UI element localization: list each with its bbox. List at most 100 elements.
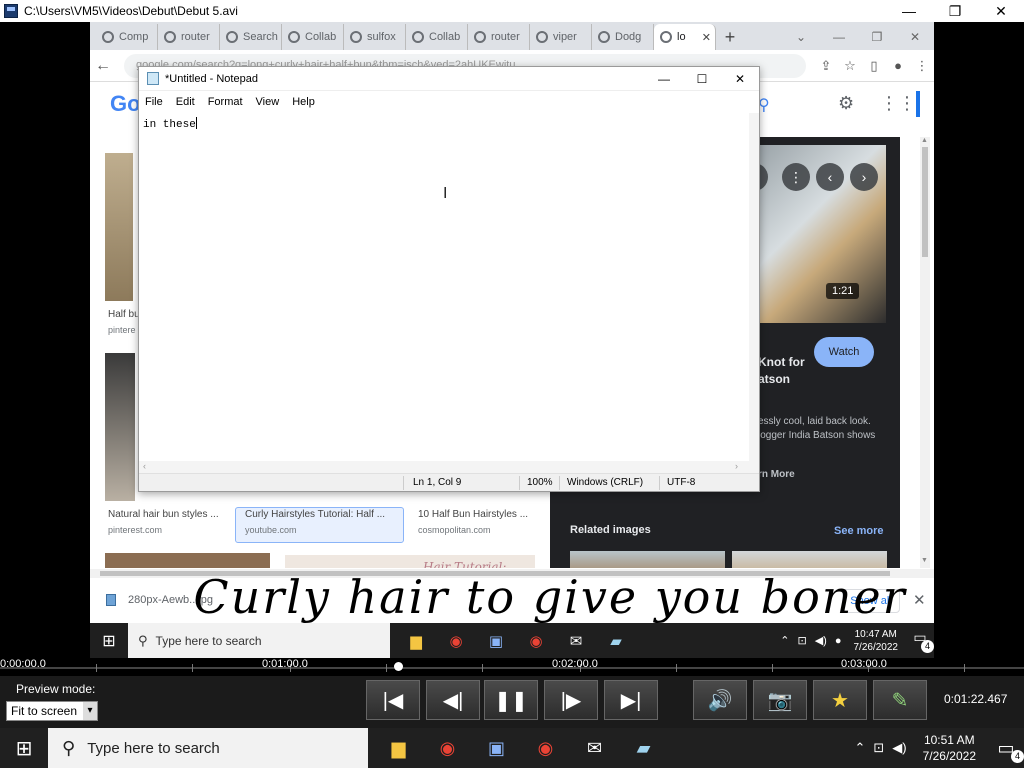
tray-chevron-icon[interactable]: ⌃ (854, 740, 865, 756)
browser-tab[interactable]: Collab (282, 24, 344, 50)
scrollbar-thumb[interactable] (922, 147, 928, 257)
pause-button[interactable]: ❚❚ (484, 680, 538, 720)
playback-timeline[interactable]: 0:00:00.0 0:01:00.0 0:02:00.0 0:03:00.0 (0, 658, 1024, 676)
see-more-link[interactable]: See more (834, 525, 884, 537)
gear-icon[interactable]: ⚙ (838, 93, 854, 114)
chrome-icon[interactable]: ◉ (423, 738, 472, 759)
tab-close-icon[interactable]: ✕ (702, 31, 711, 44)
chrome-icon[interactable]: ◉ (521, 738, 570, 759)
menu-help[interactable]: Help (292, 96, 315, 108)
browser-tab[interactable]: Dodg (592, 24, 654, 50)
taskbar-search[interactable]: ⚲ Type here to search (48, 728, 368, 768)
sidepanel-icon[interactable]: ▯ (862, 58, 886, 74)
menu-view[interactable]: View (256, 96, 280, 108)
tab-search-icon[interactable]: ⌄ (782, 30, 820, 44)
related-image[interactable] (732, 551, 887, 568)
browser-tab[interactable]: router (468, 24, 530, 50)
skip-to-start-button[interactable]: |◀ (366, 680, 420, 720)
bookmark-star-icon[interactable]: ☆ (838, 58, 862, 74)
mail-icon[interactable]: ✉ (570, 738, 619, 759)
related-image[interactable] (570, 551, 725, 568)
chrome-icon[interactable]: ◉ (436, 632, 476, 650)
browser-tab[interactable]: router (158, 24, 220, 50)
browser-tab[interactable]: viper (530, 24, 592, 50)
result-caption[interactable]: Natural hair bun styles ... (108, 509, 219, 520)
scroll-left-icon[interactable]: ‹ (143, 461, 146, 471)
sign-in-button[interactable] (916, 91, 920, 117)
google-logo[interactable]: Go (110, 91, 141, 117)
next-arrow-icon[interactable]: › (850, 163, 878, 191)
notepad-taskbar-icon[interactable]: ▰ (596, 632, 636, 650)
result-caption[interactable]: Half bu (108, 309, 140, 320)
taskbar-clock[interactable]: 10:51 AM 7/26/2022 (923, 732, 976, 764)
step-forward-button[interactable]: |▶ (544, 680, 598, 720)
panel-title[interactable]: Knot for atson (758, 354, 818, 388)
notepad-close-button[interactable]: ✕ (721, 72, 759, 86)
notification-center-icon[interactable]: ▭ 4 (988, 733, 1024, 763)
preview-mode-select[interactable]: Fit to screen ▾ (6, 701, 98, 721)
menu-kebab-icon[interactable]: ⋮ (910, 58, 934, 74)
taskbar-clock[interactable]: 10:47 AM 7/26/2022 (854, 628, 899, 654)
result-image[interactable] (105, 553, 270, 568)
windows-start-icon[interactable]: ⊞ (90, 631, 128, 651)
microphone-icon[interactable]: ● (835, 635, 842, 647)
minimize-button[interactable]: — (886, 0, 932, 22)
file-explorer-icon[interactable]: ▆ (374, 738, 423, 759)
previous-arrow-icon[interactable]: ‹ (816, 163, 844, 191)
skip-to-end-button[interactable]: ▶| (604, 680, 658, 720)
notification-center-icon[interactable]: ▭ 4 (906, 629, 934, 653)
notepad-minimize-button[interactable]: — (645, 72, 683, 86)
browser-tab[interactable]: Search (220, 24, 282, 50)
debut-recorder-icon[interactable]: ▣ (472, 738, 521, 759)
menu-file[interactable]: File (145, 96, 163, 108)
taskbar-search[interactable]: ⚲ Type here to search (128, 623, 390, 658)
page-scrollbar[interactable]: ▲ ▼ (920, 137, 930, 568)
maximize-button[interactable]: ❐ (932, 0, 978, 22)
menu-format[interactable]: Format (208, 96, 243, 108)
more-options-icon[interactable]: ⋮ (782, 163, 810, 191)
new-tab-button[interactable]: + (716, 24, 744, 50)
edit-video-button[interactable]: ✎ (873, 680, 927, 720)
result-caption[interactable]: 10 Half Bun Hairstyles ... (418, 509, 528, 520)
scroll-up-icon[interactable]: ▲ (921, 137, 928, 144)
timeline-playhead[interactable] (394, 662, 403, 671)
browser-tab[interactable]: Comp (96, 24, 158, 50)
profile-icon[interactable]: ● (886, 58, 910, 73)
notepad-text-area[interactable]: in these (139, 113, 749, 463)
watch-button[interactable]: Watch (814, 337, 874, 367)
browser-tab[interactable]: Collab (406, 24, 468, 50)
browser-close-icon[interactable]: ✕ (896, 30, 934, 44)
close-button[interactable]: ✕ (978, 0, 1024, 22)
volume-icon[interactable]: ◀) (815, 634, 827, 647)
result-image[interactable]: Hair Tutorial: (285, 555, 535, 568)
learn-more-link[interactable]: rn More (758, 469, 795, 480)
mail-icon[interactable]: ✉ (556, 632, 596, 650)
result-image[interactable] (105, 153, 133, 301)
browser-tab-active[interactable]: lo ✕ (654, 24, 716, 50)
browser-tab[interactable]: sulfox (344, 24, 406, 50)
notepad-horizontal-scrollbar[interactable]: ‹ › (139, 461, 759, 473)
apps-grid-icon[interactable]: ⋮⋮ (880, 93, 916, 114)
snapshot-button[interactable]: 📷 (753, 680, 807, 720)
debut-recorder-icon[interactable]: ▣ (476, 632, 516, 650)
file-explorer-icon[interactable]: ▆ (396, 632, 436, 650)
scroll-right-icon[interactable]: › (735, 461, 738, 471)
browser-minimize-icon[interactable]: — (820, 30, 858, 44)
network-icon[interactable]: ⊡ (798, 634, 807, 647)
notepad-vertical-scrollbar[interactable] (749, 113, 759, 463)
result-image[interactable] (105, 353, 135, 501)
share-icon[interactable]: ⇪ (814, 58, 838, 74)
network-icon[interactable]: ⊡ (873, 740, 884, 756)
browser-restore-icon[interactable]: ❐ (858, 30, 896, 44)
favorite-button[interactable]: ★ (813, 680, 867, 720)
notepad-taskbar-icon[interactable]: ▰ (619, 738, 668, 759)
windows-start-icon[interactable]: ⊞ (0, 736, 48, 761)
result-caption[interactable]: Curly Hairstyles Tutorial: Half ... (245, 509, 385, 520)
back-arrow-icon[interactable]: ← (90, 57, 116, 75)
volume-icon[interactable]: ◀) (892, 740, 906, 756)
scroll-down-icon[interactable]: ▼ (921, 557, 928, 564)
step-back-button[interactable]: ◀| (426, 680, 480, 720)
volume-button[interactable]: 🔊 (693, 680, 747, 720)
tray-chevron-icon[interactable]: ⌃ (780, 634, 789, 647)
menu-edit[interactable]: Edit (176, 96, 195, 108)
